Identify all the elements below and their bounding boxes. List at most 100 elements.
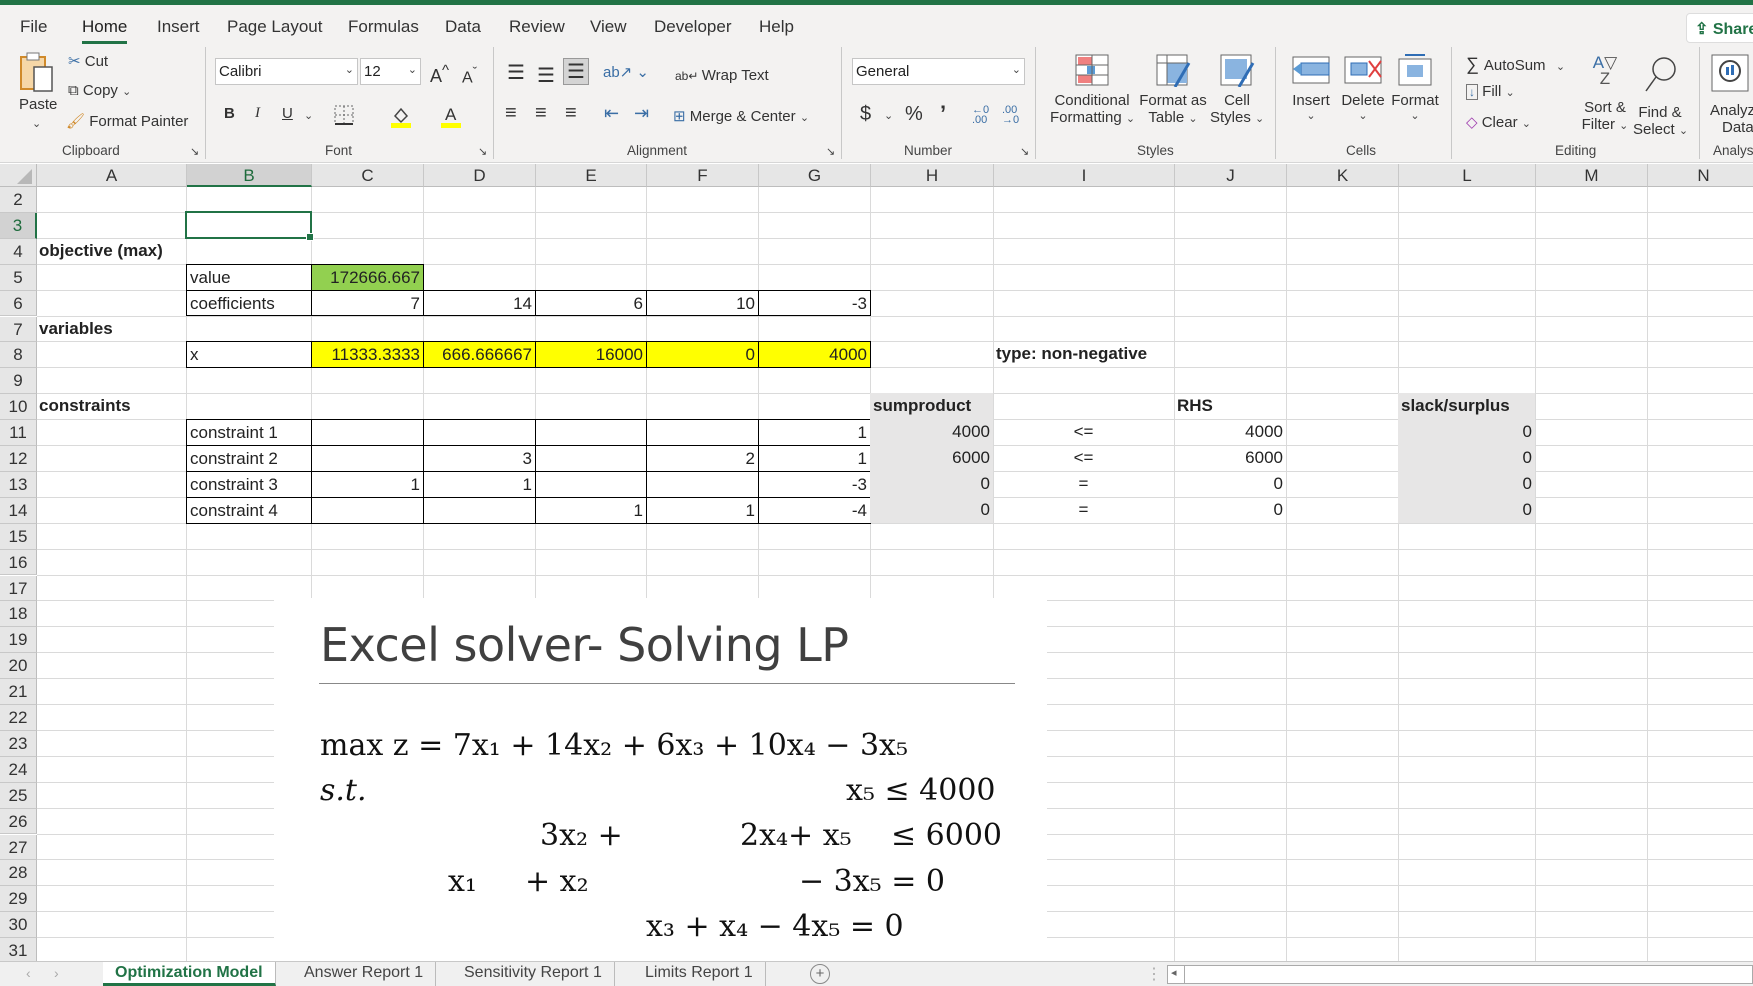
cell-B12[interactable]: constraint 2	[186, 445, 312, 472]
row-header-31[interactable]: 31	[0, 938, 37, 961]
tab-formulas[interactable]: Formulas	[348, 17, 419, 37]
column-header-H[interactable]: H	[871, 164, 994, 187]
cell-L14[interactable]: 0	[1398, 497, 1535, 523]
column-header-E[interactable]: E	[536, 164, 647, 187]
delete-cells-button[interactable]: Delete⌄	[1338, 53, 1388, 122]
cell-I14[interactable]: =	[993, 497, 1174, 523]
merge-center-button[interactable]: ⊞ Merge & Center ⌄	[673, 107, 809, 125]
chevron-down-icon[interactable]: ⌄	[884, 109, 893, 122]
find-select-button[interactable]: Find &Select ⌄	[1633, 55, 1687, 138]
cell-H11[interactable]: 4000	[870, 419, 993, 445]
cell-F14[interactable]: 1	[646, 497, 759, 524]
cell-H12[interactable]: 6000	[870, 445, 993, 471]
cell-G6[interactable]: -3	[758, 290, 871, 317]
column-header-I[interactable]: I	[994, 164, 1175, 187]
number-format-select[interactable]: General⌄	[852, 58, 1025, 85]
tab-view[interactable]: View	[590, 17, 627, 37]
row-header-29[interactable]: 29	[0, 886, 37, 912]
cell-B13[interactable]: constraint 3	[186, 471, 312, 498]
align-bottom-icon[interactable]: ☰	[563, 58, 589, 85]
cell-C6[interactable]: 7	[311, 290, 424, 317]
scroll-tabs-left-icon[interactable]: ‹	[26, 965, 31, 981]
cell-E13[interactable]	[535, 471, 647, 498]
cell-A10[interactable]: constraints	[36, 393, 186, 419]
clear-button[interactable]: ◇ Clear ⌄	[1466, 113, 1531, 131]
tab-developer[interactable]: Developer	[654, 17, 732, 37]
row-header-17[interactable]: 17	[0, 576, 37, 602]
row-header-6[interactable]: 6	[0, 291, 37, 317]
embedded-image-lp-formulation[interactable]: Excel solver- Solving LP max z = 7x₁ + 1…	[274, 598, 1047, 961]
row-header-16[interactable]: 16	[0, 550, 37, 576]
row-header-13[interactable]: 13	[0, 472, 37, 498]
align-center-icon[interactable]: ≡	[535, 102, 547, 125]
row-header-28[interactable]: 28	[0, 860, 37, 886]
fill-color-icon[interactable]	[390, 104, 412, 128]
cell-G11[interactable]: 1	[758, 419, 871, 446]
column-header-L[interactable]: L	[1399, 164, 1536, 187]
sheet-tab-optimization-model[interactable]: Optimization Model	[103, 962, 276, 986]
cell-G12[interactable]: 1	[758, 445, 871, 472]
comma-style-button[interactable]: ’	[940, 101, 946, 127]
row-header-3[interactable]: 3	[0, 213, 37, 239]
increase-font-size-icon[interactable]: A^	[430, 62, 449, 87]
add-sheet-button[interactable]: +	[810, 964, 830, 984]
tab-data[interactable]: Data	[445, 17, 481, 37]
cell-E14[interactable]: 1	[535, 497, 647, 524]
cell-E11[interactable]	[535, 419, 647, 446]
cell-H13[interactable]: 0	[870, 471, 993, 497]
align-left-icon[interactable]: ≡	[505, 102, 517, 125]
cell-D6[interactable]: 14	[423, 290, 536, 317]
cell-D8[interactable]: 666.666667	[423, 341, 536, 368]
decrease-font-size-icon[interactable]: Aˇ	[462, 64, 477, 87]
cell-C14[interactable]	[311, 497, 424, 524]
cell-A7[interactable]: variables	[36, 316, 186, 342]
row-header-20[interactable]: 20	[0, 653, 37, 679]
cell-L10[interactable]: slack/surplus	[1398, 393, 1535, 419]
tab-review[interactable]: Review	[509, 17, 565, 37]
cell-J11[interactable]: 4000	[1174, 419, 1286, 445]
analyze-data-button[interactable]: AnalyzeData	[1710, 53, 1753, 136]
font-size-select[interactable]: 12⌄	[360, 58, 421, 85]
percent-button[interactable]: %	[905, 103, 923, 126]
row-header-24[interactable]: 24	[0, 757, 37, 783]
tab-file[interactable]: File	[20, 17, 47, 37]
cell-J13[interactable]: 0	[1174, 471, 1286, 497]
cell-C5[interactable]: 172666.667	[311, 264, 424, 291]
decrease-decimal-icon[interactable]: .00→0	[1002, 105, 1019, 125]
column-header-N[interactable]: N	[1648, 164, 1753, 187]
cell-D13[interactable]: 1	[423, 471, 536, 498]
row-header-25[interactable]: 25	[0, 783, 37, 809]
scroll-tabs-right-icon[interactable]: ›	[54, 965, 59, 981]
column-header-M[interactable]: M	[1536, 164, 1648, 187]
row-header-27[interactable]: 27	[0, 835, 37, 861]
column-header-J[interactable]: J	[1175, 164, 1287, 187]
currency-button[interactable]: $	[860, 103, 871, 126]
horizontal-scrollbar[interactable]: ◂	[1167, 965, 1753, 984]
orientation-icon[interactable]: ab↗ ⌄	[603, 63, 649, 81]
row-header-12[interactable]: 12	[0, 446, 37, 472]
tab-home[interactable]: Home	[82, 17, 127, 37]
paste-button[interactable]: Paste ⌄	[18, 51, 58, 131]
row-header-10[interactable]: 10	[0, 394, 37, 420]
column-header-A[interactable]: A	[37, 164, 187, 187]
borders-icon[interactable]	[334, 105, 354, 125]
cell-B11[interactable]: constraint 1	[186, 419, 312, 446]
column-header-K[interactable]: K	[1287, 164, 1399, 187]
row-header-21[interactable]: 21	[0, 679, 37, 705]
cell-I8[interactable]: type: non-negative	[993, 341, 1174, 367]
insert-cells-button[interactable]: Insert⌄	[1288, 53, 1334, 122]
cell-D14[interactable]	[423, 497, 536, 524]
cell-E8[interactable]: 16000	[535, 341, 647, 368]
underline-button[interactable]: U	[282, 105, 293, 122]
cell-G8[interactable]: 4000	[758, 341, 871, 368]
italic-button[interactable]: I	[255, 105, 260, 122]
column-header-D[interactable]: D	[424, 164, 536, 187]
row-header-9[interactable]: 9	[0, 368, 37, 394]
cell-F12[interactable]: 2	[646, 445, 759, 472]
cell-L13[interactable]: 0	[1398, 471, 1535, 497]
cell-I12[interactable]: <=	[993, 445, 1174, 471]
align-middle-icon[interactable]: ☰	[537, 63, 555, 88]
column-header-G[interactable]: G	[759, 164, 871, 187]
cell-H14[interactable]: 0	[870, 497, 993, 523]
cell-E6[interactable]: 6	[535, 290, 647, 317]
